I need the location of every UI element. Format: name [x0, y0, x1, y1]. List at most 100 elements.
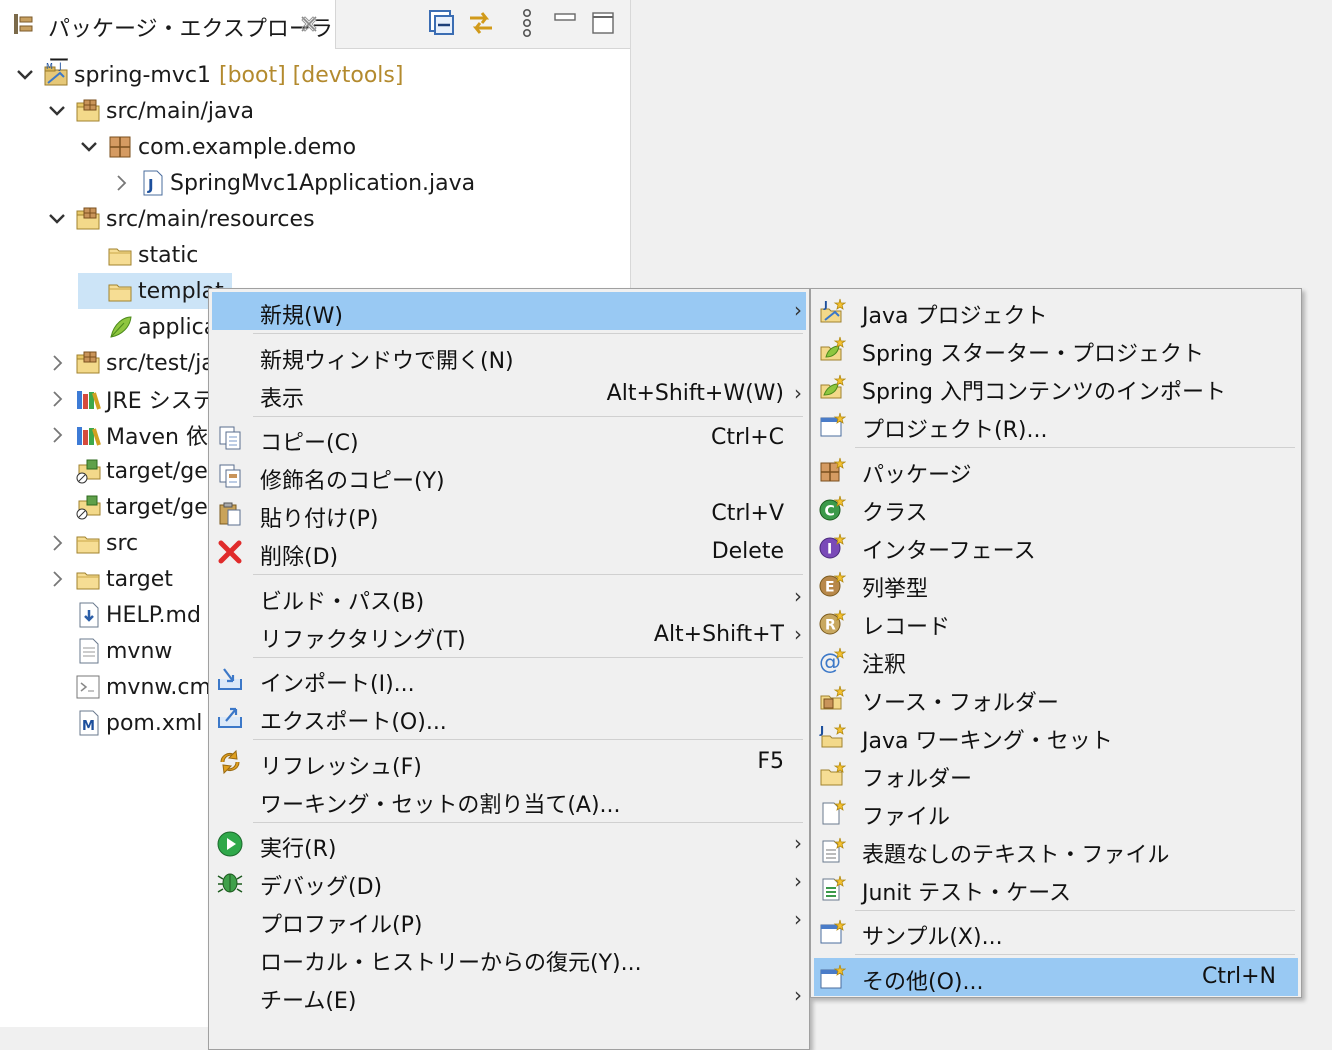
menu-item[interactable]: その他(O)... Ctrl+N: [814, 957, 1298, 996]
menu-item[interactable]: コピー(C) Ctrl+C: [212, 419, 806, 457]
menu-item[interactable]: エクスポート(O)...: [212, 698, 806, 736]
tree-item[interactable]: target: [46, 561, 173, 597]
menu-item[interactable]: インポート(I)...: [212, 660, 806, 698]
menu-item[interactable]: I インターフェース: [814, 527, 1298, 565]
menu-item-shortcut: Ctrl+C: [711, 425, 784, 450]
menu-item[interactable]: @ 注釈: [814, 641, 1298, 679]
tree-item[interactable]: Maven 依: [46, 417, 208, 453]
svg-text:R: R: [825, 617, 836, 633]
chevron-right-icon[interactable]: [110, 172, 132, 194]
menu-item[interactable]: 新規ウィンドウで開く(N): [212, 337, 806, 375]
menu-item[interactable]: フォルダー: [814, 755, 1298, 793]
menu-item[interactable]: プロファイル(P) ›: [212, 901, 806, 939]
tree-item-label: target/ge: [106, 494, 208, 520]
menu-item[interactable]: Spring スターター・プロジェクト: [814, 330, 1298, 368]
view-tab-package-explorer[interactable]: パッケージ・エクスプローラー: [0, 0, 336, 74]
menu-item[interactable]: ファイル: [814, 793, 1298, 831]
tree-item[interactable]: HELP.md: [46, 597, 201, 633]
tree-item[interactable]: src/main/java: [46, 93, 254, 129]
menu-item[interactable]: サンプル(X)...: [814, 913, 1298, 951]
menu-item[interactable]: 削除(D) Delete: [212, 533, 806, 571]
source-folder-icon: [76, 207, 100, 230]
menu-item-label: インポート(I)...: [260, 672, 415, 697]
collapse-all-icon[interactable]: [426, 8, 456, 38]
package-icon: [109, 136, 131, 158]
menu-separator: [855, 909, 1295, 911]
maximize-icon[interactable]: [588, 8, 618, 38]
svg-text:C: C: [825, 503, 835, 519]
chevron-right-icon[interactable]: [46, 568, 68, 590]
menu-item-label: リファクタリング(T): [260, 627, 466, 653]
chevron-right-icon[interactable]: [46, 352, 68, 374]
tree-item[interactable]: JRE システ: [46, 381, 215, 417]
menu-item[interactable]: Spring 入門コンテンツのインポート: [814, 368, 1298, 406]
menu-item[interactable]: Junit テスト・ケース: [814, 869, 1298, 907]
delete-icon: [218, 540, 242, 564]
menu-item-label: サンプル(X)...: [862, 925, 1003, 950]
menu-item[interactable]: 表題なしのテキスト・ファイル: [814, 831, 1298, 869]
tree-item[interactable]: com.example.demo: [78, 129, 356, 165]
chevron-right-icon[interactable]: [46, 532, 68, 554]
menu-item[interactable]: ビルド・パス(B) ›: [212, 578, 806, 616]
chevron-down-icon[interactable]: [46, 208, 68, 230]
menu-item[interactable]: パッケージ: [814, 451, 1298, 489]
source-folder-icon: [76, 351, 100, 374]
menu-item[interactable]: 修飾名のコピー(Y): [212, 457, 806, 495]
tree-item[interactable]: applica: [78, 309, 217, 345]
run-icon: [217, 831, 243, 857]
view-menu-icon[interactable]: [512, 8, 542, 38]
tree-item[interactable]: static: [78, 237, 198, 273]
menu-item-label: コピー(C): [260, 431, 359, 456]
menu-item[interactable]: C クラス: [814, 489, 1298, 527]
tree-item[interactable]: Mpom.xml: [46, 705, 202, 741]
menu-item[interactable]: ワーキング・セットの割り当て(A)...: [212, 781, 806, 819]
menu-item[interactable]: 実行(R) ›: [212, 825, 806, 863]
new-example-icon: [820, 919, 846, 944]
chevron-down-icon[interactable]: [46, 100, 68, 122]
tree-item[interactable]: src: [46, 525, 138, 561]
menu-item[interactable]: R レコード: [814, 603, 1298, 641]
menu-separator: [253, 739, 803, 741]
svg-text:J: J: [58, 62, 62, 72]
menu-item[interactable]: ソース・フォルダー: [814, 679, 1298, 717]
menu-item[interactable]: デバッグ(D) ›: [212, 863, 806, 901]
close-icon[interactable]: [298, 13, 320, 35]
chevron-down-icon[interactable]: [78, 136, 100, 158]
menu-item-label: ローカル・ヒストリーからの復元(Y)...: [260, 951, 642, 976]
new-record-icon: R: [819, 609, 846, 634]
maven-pom-icon: M: [79, 710, 99, 736]
tree-item[interactable]: J SpringMvc1Application.java: [110, 165, 475, 201]
menu-item[interactable]: リフレッシュ(F) F5: [212, 743, 806, 781]
minimize-icon[interactable]: [550, 8, 580, 38]
menu-item[interactable]: リファクタリング(T) Alt+Shift+T ›: [212, 616, 806, 654]
new-working-set-icon: J: [819, 723, 846, 747]
tree-item-label: JRE システ: [106, 389, 215, 414]
menu-item[interactable]: ローカル・ヒストリーからの復元(Y)...: [212, 939, 806, 977]
tree-item[interactable]: src/main/resources: [46, 201, 315, 237]
submenu-arrow-icon: ›: [794, 831, 802, 855]
tree-item[interactable]: M Jspring-mvc1 [boot] [devtools]: [14, 57, 403, 93]
link-with-editor-icon[interactable]: [466, 8, 496, 38]
chevron-right-icon[interactable]: [46, 388, 68, 410]
menu-item[interactable]: E 列挙型: [814, 565, 1298, 603]
menu-item[interactable]: チーム(E) ›: [212, 977, 806, 1015]
generated-folder-icon: [76, 495, 101, 520]
chevron-down-icon[interactable]: [14, 64, 36, 86]
tree-item[interactable]: target/ge: [46, 489, 208, 525]
tree-item[interactable]: src/test/ja: [46, 345, 215, 381]
menu-item[interactable]: J Java ワーキング・セット: [814, 717, 1298, 755]
tree-item[interactable]: target/ge: [46, 453, 208, 489]
menu-item-label: 修飾名のコピー(Y): [260, 469, 445, 494]
menu-item[interactable]: 表示 Alt+Shift+W(W) ›: [212, 375, 806, 413]
tree-item[interactable]: mvnw: [46, 633, 172, 669]
folder-icon: [76, 536, 100, 554]
menu-item[interactable]: プロジェクト(R)...: [814, 406, 1298, 444]
menu-item-label: Java ワーキング・セット: [862, 728, 1113, 754]
chevron-right-icon[interactable]: [46, 424, 68, 446]
tree-item[interactable]: mvnw.cm: [46, 669, 211, 705]
spring-import-icon: [820, 374, 846, 399]
menu-item[interactable]: 貼り付け(P) Ctrl+V: [212, 495, 806, 533]
menu-item[interactable]: 新規(W) ›: [212, 292, 806, 330]
new-project-icon: [820, 412, 846, 437]
menu-item[interactable]: J Java プロジェクト: [814, 292, 1298, 330]
